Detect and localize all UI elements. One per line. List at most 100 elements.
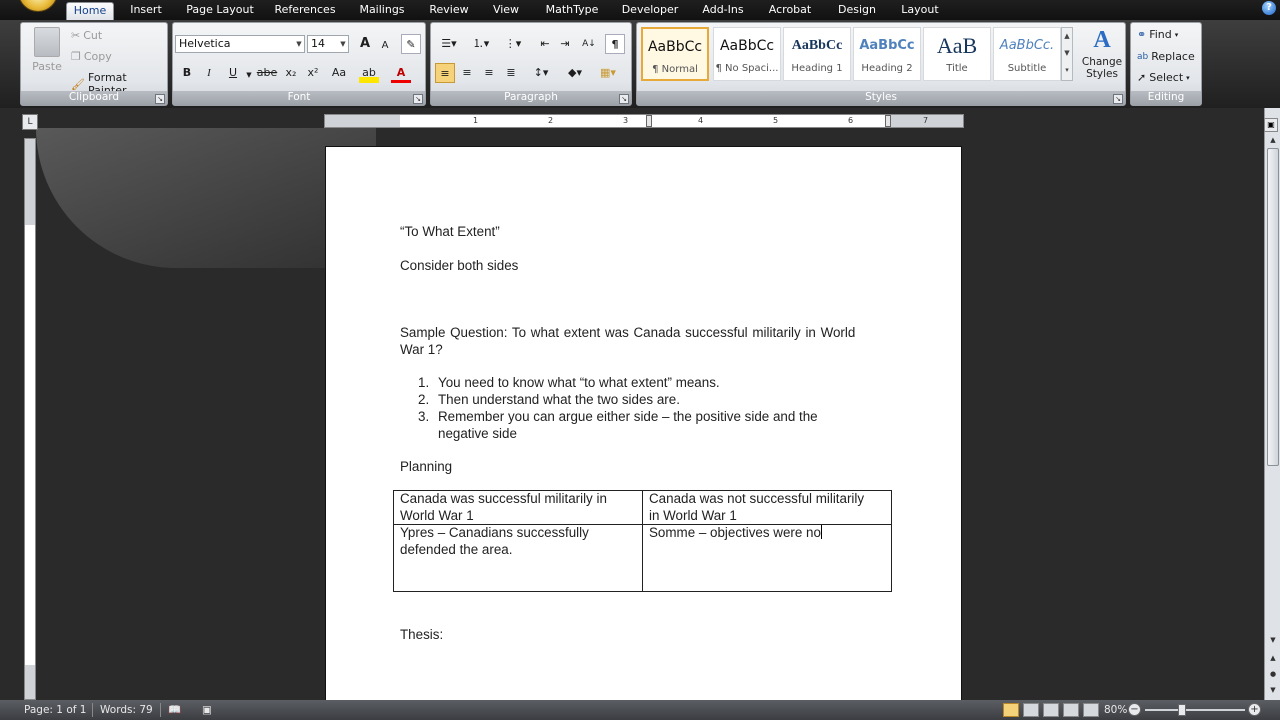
style-heading-2[interactable]: AaBbCc Heading 2 bbox=[853, 27, 921, 81]
style-heading-1[interactable]: AaBbCc Heading 1 bbox=[783, 27, 851, 81]
proofing-icon[interactable]: 📖 bbox=[168, 703, 181, 717]
column-marker-handle[interactable] bbox=[646, 115, 652, 127]
align-center-icon[interactable]: ≡ bbox=[457, 63, 477, 83]
table-cell[interactable]: Somme – objectives were no bbox=[642, 524, 892, 592]
multilevel-list-icon[interactable]: ⋮▾ bbox=[499, 34, 527, 54]
tab-developer[interactable]: Developer bbox=[620, 2, 680, 20]
scroll-up-icon[interactable]: ▲ bbox=[1267, 134, 1279, 146]
italic-button[interactable]: I bbox=[199, 63, 219, 83]
tab-mailings[interactable]: Mailings bbox=[354, 2, 410, 20]
list-item: 2. Then understand what the two sides are… bbox=[418, 392, 680, 407]
draft-view-button[interactable] bbox=[1083, 703, 1099, 717]
outline-view-button[interactable] bbox=[1063, 703, 1079, 717]
previous-page-icon[interactable]: ▲ bbox=[1267, 652, 1279, 664]
tab-add-ins[interactable]: Add-Ins bbox=[696, 2, 750, 20]
tab-references[interactable]: References bbox=[272, 2, 338, 20]
vertical-scrollbar[interactable]: ▲ ▼ ▲ ● ▼ bbox=[1264, 108, 1280, 700]
tab-design[interactable]: Design bbox=[834, 2, 880, 20]
grow-font-button[interactable]: A bbox=[355, 34, 375, 54]
cut-button[interactable]: ✂ Cut bbox=[71, 29, 102, 42]
numbering-icon[interactable]: ⒈▾ bbox=[467, 34, 495, 54]
clipboard-group-label: Clipboard bbox=[21, 91, 167, 105]
borders-icon[interactable]: ▦▾ bbox=[593, 63, 623, 83]
decrease-indent-icon[interactable]: ⇤ bbox=[535, 34, 555, 54]
tab-insert[interactable]: Insert bbox=[124, 2, 168, 20]
tab-page-layout[interactable]: Page Layout bbox=[184, 2, 256, 20]
table-cell[interactable]: Canada was successful militarily in World… bbox=[393, 490, 643, 525]
style-normal[interactable]: AaBbCc ¶ Normal bbox=[641, 27, 709, 81]
paste-button[interactable]: Paste bbox=[27, 27, 67, 73]
tab-view[interactable]: View bbox=[488, 2, 524, 20]
next-page-icon[interactable]: ▼ bbox=[1267, 684, 1279, 696]
font-color-button[interactable]: A bbox=[391, 63, 411, 83]
style-no-spacing[interactable]: AaBbCc ¶ No Spaci... bbox=[713, 27, 781, 81]
print-layout-view-button[interactable] bbox=[1003, 703, 1019, 717]
clear-formatting-icon[interactable]: ✎ bbox=[401, 34, 421, 54]
zoom-slider-thumb[interactable] bbox=[1178, 704, 1186, 716]
line-spacing-icon[interactable]: ↕▾ bbox=[527, 63, 555, 83]
scrollbar-thumb[interactable] bbox=[1267, 148, 1279, 466]
browse-object-icon[interactable]: ● bbox=[1267, 668, 1279, 680]
justify-icon[interactable]: ≣ bbox=[501, 63, 521, 83]
page-count-status[interactable]: Page: 1 of 1 bbox=[24, 703, 86, 717]
tab-home[interactable]: Home bbox=[66, 2, 114, 20]
zoom-slider-track[interactable] bbox=[1145, 709, 1245, 711]
change-case-button[interactable]: Aa bbox=[327, 63, 351, 83]
zoom-level[interactable]: 80% bbox=[1104, 703, 1127, 717]
replace-button[interactable]: ab Replace bbox=[1137, 50, 1195, 63]
zoom-in-icon[interactable]: + bbox=[1248, 703, 1261, 716]
highlight-icon[interactable]: ab bbox=[359, 63, 379, 83]
style-title[interactable]: AaB Title bbox=[923, 27, 991, 81]
sort-button[interactable]: A↓ bbox=[579, 34, 599, 54]
superscript-button[interactable]: x² bbox=[303, 63, 323, 83]
scroll-down-icon[interactable]: ▼ bbox=[1267, 634, 1279, 646]
copy-button[interactable]: ❐ Copy bbox=[71, 50, 112, 63]
styles-gallery-scroll[interactable]: ▲ ▼ ▾ bbox=[1061, 27, 1073, 81]
subscript-button[interactable]: x₂ bbox=[281, 63, 301, 83]
styles-dialog-launcher[interactable]: ↘ bbox=[1113, 94, 1123, 104]
right-indent-handle[interactable] bbox=[885, 115, 891, 127]
help-icon[interactable]: ? bbox=[1262, 1, 1276, 15]
strikethrough-button[interactable]: abe bbox=[255, 63, 279, 83]
macro-record-icon[interactable]: ▣ bbox=[202, 703, 212, 717]
paste-icon bbox=[34, 27, 60, 57]
full-screen-reading-view-button[interactable] bbox=[1023, 703, 1039, 717]
align-right-icon[interactable]: ≡ bbox=[479, 63, 499, 83]
document-page[interactable]: “To What Extent” Consider both sides Sam… bbox=[325, 146, 962, 700]
web-layout-view-button[interactable] bbox=[1043, 703, 1059, 717]
font-name-combo[interactable]: Helvetica ▼ bbox=[175, 35, 305, 53]
planning-table[interactable]: Canada was successful militarily in World… bbox=[393, 490, 892, 592]
office-button[interactable] bbox=[18, 0, 58, 12]
table-row: Ypres – Canadians successfully defended t… bbox=[393, 524, 892, 592]
tab-stop-selector[interactable]: L bbox=[22, 114, 38, 130]
copy-icon: ❐ bbox=[71, 50, 81, 63]
list-item: 3. Remember you can argue either side – t… bbox=[418, 409, 818, 424]
show-marks-button[interactable]: ¶ bbox=[605, 34, 625, 54]
replace-icon: ab bbox=[1137, 51, 1149, 62]
shrink-font-button[interactable]: A bbox=[375, 36, 395, 56]
bold-button[interactable]: B bbox=[177, 63, 197, 83]
word-count-status[interactable]: Words: 79 bbox=[100, 703, 153, 717]
tab-mathtype[interactable]: MathType bbox=[540, 2, 604, 20]
select-button[interactable]: ➚ Select ▾ bbox=[1137, 71, 1190, 84]
tab-review[interactable]: Review bbox=[426, 2, 472, 20]
zoom-out-icon[interactable]: − bbox=[1128, 703, 1141, 716]
tab-layout[interactable]: Layout bbox=[896, 2, 944, 20]
doc-sample-question-cont: War 1? bbox=[400, 342, 443, 357]
font-dialog-launcher[interactable]: ↘ bbox=[413, 94, 423, 104]
paragraph-dialog-launcher[interactable]: ↘ bbox=[619, 94, 629, 104]
style-subtitle[interactable]: AaBbCc. Subtitle bbox=[993, 27, 1061, 81]
shading-icon[interactable]: ◆▾ bbox=[561, 63, 589, 83]
font-group-label: Font bbox=[173, 91, 425, 105]
tab-acrobat[interactable]: Acrobat bbox=[764, 2, 816, 20]
clipboard-dialog-launcher[interactable]: ↘ bbox=[155, 94, 165, 104]
find-button[interactable]: ⚭ Find ▾ bbox=[1137, 28, 1178, 41]
table-cell[interactable]: Canada was not successful militarily in W… bbox=[642, 490, 892, 525]
increase-indent-icon[interactable]: ⇥ bbox=[555, 34, 575, 54]
change-styles-button[interactable]: A Change Styles bbox=[1081, 27, 1123, 80]
table-cell[interactable]: Ypres – Canadians successfully defended t… bbox=[393, 524, 643, 592]
align-left-icon[interactable]: ≡ bbox=[435, 63, 455, 83]
view-ruler-icon[interactable]: ▣ bbox=[1264, 118, 1278, 132]
font-size-combo[interactable]: 14 ▼ bbox=[307, 35, 349, 53]
bullets-icon[interactable]: ☰▾ bbox=[435, 34, 463, 54]
